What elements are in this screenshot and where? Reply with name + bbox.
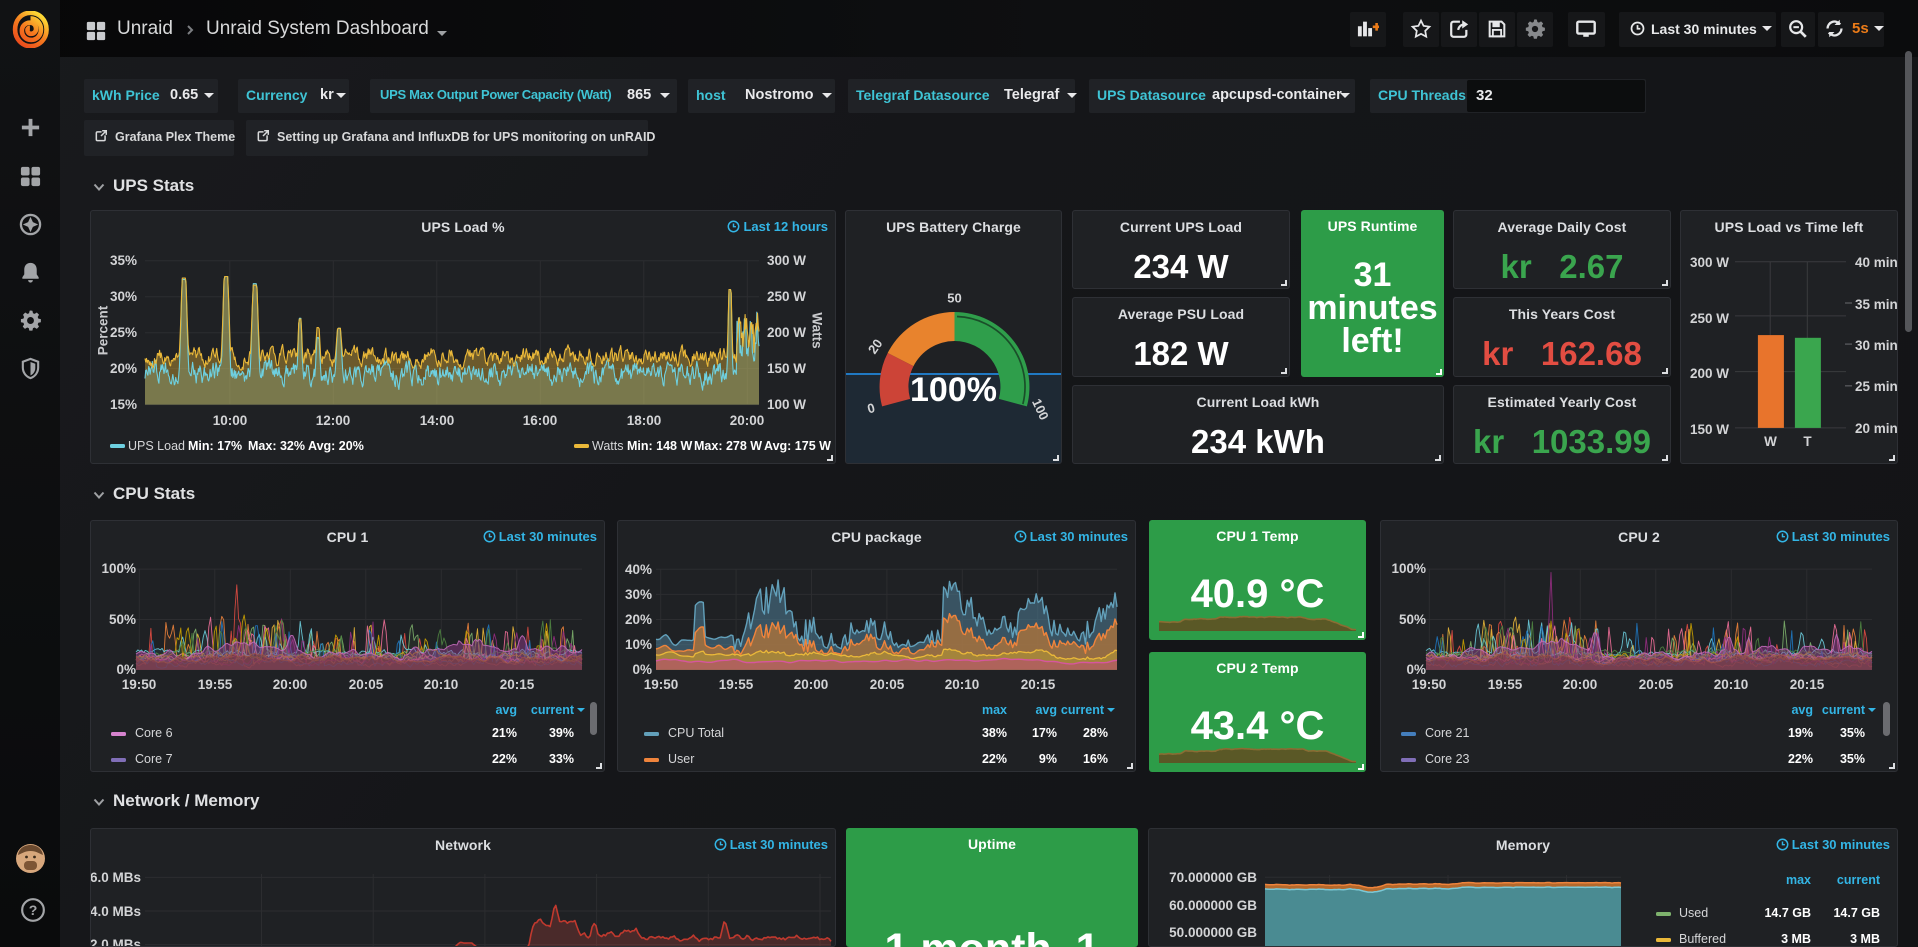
svg-text:?: ? [29,902,38,918]
svg-text:50: 50 [947,290,961,305]
svg-text:20: 20 [865,336,886,356]
